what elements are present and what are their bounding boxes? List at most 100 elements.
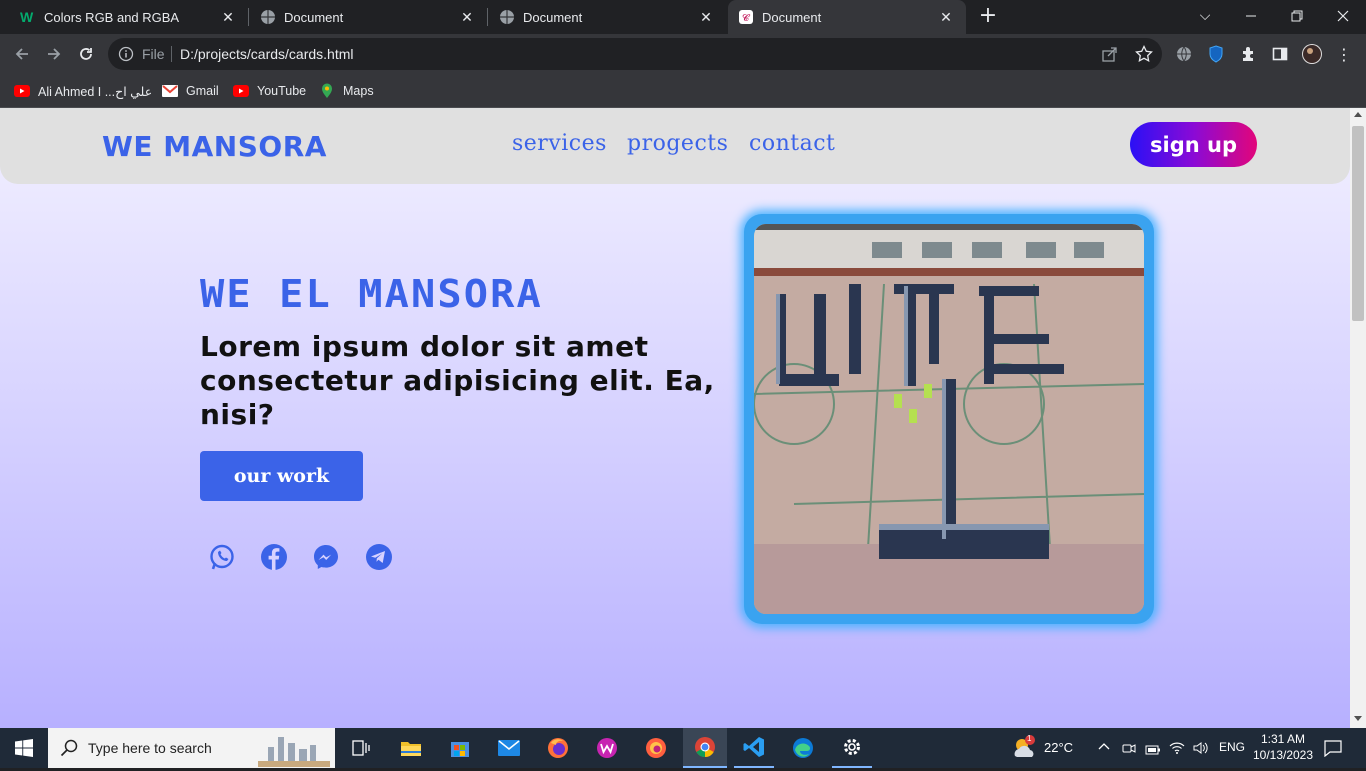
reload-icon[interactable] <box>74 42 98 66</box>
bookmark-item[interactable]: Maps <box>319 82 374 100</box>
page-scrollbar[interactable] <box>1350 108 1366 728</box>
meet-now-icon[interactable] <box>1122 740 1136 759</box>
tab-document-active[interactable]: 𝓒 Document ✕ <box>728 0 966 34</box>
tab-document-2[interactable]: Document ✕ <box>489 0 726 34</box>
task-view-icon[interactable] <box>342 728 380 768</box>
side-panel-icon[interactable] <box>1268 42 1292 66</box>
site-logo[interactable]: WE MANSORA <box>102 130 327 163</box>
close-icon[interactable]: ✕ <box>220 9 236 25</box>
vscode-icon[interactable] <box>734 728 774 768</box>
url-text[interactable]: D:/projects/cards/cards.html <box>180 46 354 62</box>
battery-icon[interactable] <box>1145 741 1161 760</box>
chrome-icon[interactable] <box>683 728 727 768</box>
minimize-button[interactable] <box>1228 0 1274 32</box>
bookmarks-bar: Ali Ahmed I ...علي اح Gmail YouTube Maps <box>0 74 1366 108</box>
forward-icon[interactable] <box>42 42 66 66</box>
weather-icon[interactable]: 1 <box>1010 734 1040 762</box>
nav-link-progects[interactable]: progects <box>627 131 728 156</box>
clock-date: 10/13/2023 <box>1252 748 1314 762</box>
bookmark-item[interactable]: Gmail <box>162 82 219 100</box>
chevron-up-icon[interactable] <box>1098 740 1110 756</box>
clock[interactable]: 1:31 AM 10/13/2023 <box>1252 731 1314 763</box>
close-icon[interactable]: ✕ <box>698 9 714 25</box>
extensions-icon[interactable] <box>1236 42 1260 66</box>
hero-text: Lorem ipsum dolor sit amet consectetur a… <box>200 330 715 431</box>
bookmark-label: Maps <box>343 84 374 98</box>
our-work-button[interactable]: our work <box>200 451 363 501</box>
firefox-icon[interactable] <box>538 728 578 768</box>
scrollbar-thumb[interactable] <box>1352 126 1364 321</box>
scroll-up-arrow-icon[interactable] <box>1354 112 1362 117</box>
tab-divider <box>248 8 249 26</box>
language-indicator[interactable]: ENG <box>1219 740 1245 754</box>
translate-icon[interactable] <box>1172 42 1196 66</box>
new-tab-button[interactable]: + <box>976 5 1000 29</box>
bookmark-label: Ali Ahmed I ...علي اح <box>38 84 153 99</box>
windows-taskbar: Type here to search 1 22°C ENG 1:31 AM 1… <box>0 728 1366 768</box>
file-explorer-icon[interactable] <box>391 728 431 768</box>
mail-icon[interactable] <box>489 728 529 768</box>
globe-icon <box>260 9 276 25</box>
tab-title: Document <box>284 9 344 25</box>
nav-link-contact[interactable]: contact <box>749 131 835 156</box>
svg-text:W: W <box>20 9 34 25</box>
messenger-icon[interactable] <box>311 542 341 572</box>
nav-link-services[interactable]: services <box>512 131 607 156</box>
share-icon[interactable] <box>1102 46 1118 65</box>
tab-colors-rgb[interactable]: W Colors RGB and RGBA ✕ <box>0 0 248 34</box>
tab-title: Colors RGB and RGBA <box>44 9 180 25</box>
bookmark-item[interactable]: YouTube <box>233 82 306 100</box>
close-window-button[interactable] <box>1320 0 1366 32</box>
sign-up-button[interactable]: sign up <box>1130 122 1257 167</box>
address-divider <box>171 46 172 62</box>
scroll-down-arrow-icon[interactable] <box>1354 716 1362 721</box>
w3schools-icon: W <box>20 9 36 25</box>
youtube-icon <box>14 83 30 99</box>
bookmark-star-icon[interactable] <box>1135 44 1153 66</box>
tab-document-1[interactable]: Document ✕ <box>250 0 487 34</box>
weather-badge: 1 <box>1027 734 1032 743</box>
tab-divider <box>487 8 488 26</box>
search-icon <box>60 739 78 761</box>
firefox-alt-icon[interactable] <box>636 728 676 768</box>
telegram-icon[interactable] <box>364 542 394 572</box>
close-icon[interactable]: ✕ <box>459 9 475 25</box>
gmail-icon <box>162 83 178 99</box>
wifi-icon[interactable] <box>1169 740 1185 759</box>
microsoft-store-icon[interactable] <box>440 728 480 768</box>
menu-kebab-icon[interactable]: ⋮ <box>1332 42 1356 66</box>
tab-strip: W Colors RGB and RGBA ✕ Document ✕ Docum… <box>0 0 1366 34</box>
restore-button[interactable] <box>1274 0 1320 32</box>
browser-toolbar: File D:/projects/cards/cards.html ⋮ <box>0 34 1366 74</box>
wps-office-icon[interactable] <box>587 728 627 768</box>
taskbar-search-box[interactable]: Type here to search <box>48 728 335 768</box>
notifications-icon[interactable] <box>1324 739 1342 761</box>
weather-temperature[interactable]: 22°C <box>1044 740 1073 755</box>
profile-avatar[interactable] <box>1300 42 1324 66</box>
clock-time: 1:31 AM <box>1260 732 1306 746</box>
vpn-shield-icon[interactable] <box>1204 42 1228 66</box>
maps-icon <box>319 83 335 99</box>
info-icon[interactable] <box>118 46 134 65</box>
back-icon[interactable] <box>10 42 34 66</box>
site-header: WE MANSORA services progects contact sig… <box>0 108 1350 184</box>
page-viewport: WE MANSORA services progects contact sig… <box>0 108 1350 728</box>
facebook-icon[interactable] <box>259 542 289 572</box>
tab-title: Document <box>523 9 583 25</box>
tab-search-chevron-icon[interactable]: ⌵ <box>1182 0 1228 32</box>
bookmark-label: Gmail <box>186 84 219 98</box>
bookmark-item[interactable]: Ali Ahmed I ...علي اح <box>14 82 152 100</box>
youtube-icon <box>233 83 249 99</box>
bookmark-label: YouTube <box>257 84 307 98</box>
hero-photo <box>744 214 1154 624</box>
windows-start-icon[interactable] <box>0 728 48 768</box>
document-favicon-icon: 𝓒 <box>738 9 754 25</box>
whatsapp-icon[interactable] <box>207 542 237 572</box>
hero-title: WE EL MANSORA <box>200 272 543 316</box>
settings-gear-icon[interactable] <box>832 728 872 768</box>
search-placeholder: Type here to search <box>88 740 212 756</box>
edge-icon[interactable] <box>783 728 823 768</box>
volume-icon[interactable] <box>1193 740 1209 759</box>
close-icon[interactable]: ✕ <box>938 9 954 25</box>
address-bar[interactable]: File D:/projects/cards/cards.html <box>108 38 1162 70</box>
